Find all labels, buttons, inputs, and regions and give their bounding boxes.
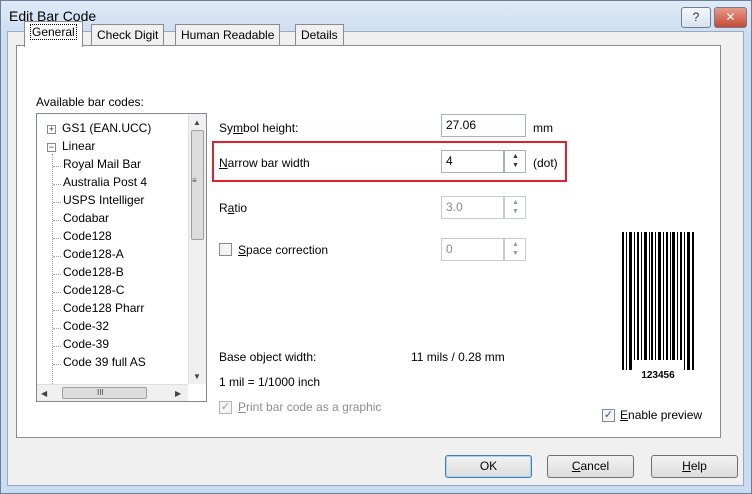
barcode-bars (622, 232, 694, 370)
tree-item-code-39-full[interactable]: Code 39 full AS (63, 355, 146, 369)
tree-item-code128-pharma[interactable]: Code128 Pharr (63, 301, 144, 315)
tree-line (53, 292, 61, 293)
tree-item-code128[interactable]: Code128 (63, 229, 112, 243)
tree-item-code128-a[interactable]: Code128-A (63, 247, 124, 261)
narrow-bar-width-label: Narrow bar width (219, 156, 310, 170)
symbol-height-unit: mm (533, 121, 553, 135)
tree-line (53, 274, 61, 275)
tree-item-code-32[interactable]: Code-32 (63, 319, 109, 333)
available-barcodes-label: Available bar codes: (36, 95, 144, 109)
tab-human-readable[interactable]: Human Readable (175, 24, 281, 46)
barcode-human-readable-text: 123456 (641, 370, 675, 380)
scroll-thumb[interactable] (62, 387, 147, 399)
space-correction-label: Space correction (238, 243, 329, 257)
symbol-height-input[interactable]: 27.06 (441, 114, 526, 137)
tree-item-gs1[interactable]: GS1 (EAN.UCC) (62, 121, 151, 135)
grip-icon: ≡ (192, 176, 197, 185)
enable-preview-label: Enable preview (620, 408, 703, 422)
print-as-graphic-label: Print bar code as a graphic (238, 400, 382, 414)
tree-line (53, 256, 61, 257)
tree-line (53, 328, 61, 329)
tree-item-royal-mail[interactable]: Royal Mail Bar (63, 157, 141, 171)
help-button[interactable]: Help (651, 455, 738, 478)
mil-note: 1 mil = 1/1000 inch (219, 375, 321, 389)
ratio-label: Ratio (219, 201, 248, 215)
tree-line (53, 220, 61, 221)
expand-icon[interactable]: + (47, 125, 56, 134)
tree-line (53, 166, 61, 167)
base-object-width-label: Base object width: (219, 350, 317, 364)
tree-horizontal-scrollbar[interactable]: ◀ III ▶ (37, 384, 188, 401)
scroll-up-icon[interactable]: ▲ (193, 118, 201, 127)
symbol-height-label: Symbol height: (219, 121, 299, 135)
tree-line (53, 238, 61, 239)
spin-down-icon[interactable]: ▼ (512, 208, 519, 215)
cancel-button[interactable]: Cancel (547, 455, 634, 478)
enable-preview-checkbox[interactable]: ✓ (602, 409, 615, 422)
scroll-thumb[interactable] (191, 130, 204, 240)
tab-general[interactable]: General (24, 21, 83, 47)
tree-item-code-39[interactable]: Code-39 (63, 337, 109, 351)
space-correction-spinner[interactable]: ▲ ▼ (504, 238, 526, 261)
barcode-preview: 123456 (622, 232, 694, 380)
tree-line (53, 202, 61, 203)
scroll-right-icon[interactable]: ▶ (175, 389, 181, 398)
narrow-bar-width-unit: (dot) (533, 156, 558, 170)
ratio-input[interactable]: 3.0 (441, 196, 504, 219)
ok-button[interactable]: OK (445, 455, 532, 478)
spin-down-icon[interactable]: ▼ (512, 250, 519, 257)
tree-item-codabar[interactable]: Codabar (63, 211, 109, 225)
tree-item-usps[interactable]: USPS Intelliger (63, 193, 144, 207)
tree-line (53, 346, 61, 347)
spin-down-icon[interactable]: ▼ (512, 162, 519, 169)
space-correction-checkbox[interactable] (219, 243, 232, 256)
tab-details[interactable]: Details (295, 24, 344, 46)
base-object-width-value: 11 mils / 0.28 mm (411, 350, 505, 364)
tree-item-australia-post[interactable]: Australia Post 4 (63, 175, 147, 189)
spin-up-icon[interactable]: ▲ (512, 199, 519, 206)
spin-up-icon[interactable]: ▲ (512, 153, 519, 160)
ratio-spinner[interactable]: ▲ ▼ (504, 196, 526, 219)
narrow-bar-width-spinner[interactable]: ▲ ▼ (504, 150, 526, 173)
spin-up-icon[interactable]: ▲ (512, 241, 519, 248)
tree-vertical-scrollbar[interactable]: ▲ ≡ ▼ (188, 114, 206, 384)
close-button[interactable]: ✕ (714, 7, 747, 28)
collapse-icon[interactable]: − (47, 143, 56, 152)
tree-item-linear[interactable]: Linear (62, 139, 95, 153)
tree-item-code128-b[interactable]: Code128-B (63, 265, 124, 279)
space-correction-input[interactable]: 0 (441, 238, 504, 261)
tree-line (53, 364, 61, 365)
tree-line (52, 154, 53, 384)
barcode-tree[interactable]: + GS1 (EAN.UCC) − Linear Royal Mail Bar … (36, 113, 207, 402)
tree-line (53, 310, 61, 311)
tab-check-digit[interactable]: Check Digit (91, 24, 165, 46)
print-as-graphic-checkbox[interactable]: ✓ (219, 401, 232, 414)
scroll-left-icon[interactable]: ◀ (41, 389, 47, 398)
help-title-button[interactable]: ? (681, 7, 711, 28)
scroll-down-icon[interactable]: ▼ (193, 372, 201, 381)
tree-item-code128-c[interactable]: Code128-C (63, 283, 124, 297)
narrow-bar-width-input[interactable]: 4 (441, 150, 504, 173)
grip-icon: III (97, 388, 104, 397)
tree-line (53, 184, 61, 185)
